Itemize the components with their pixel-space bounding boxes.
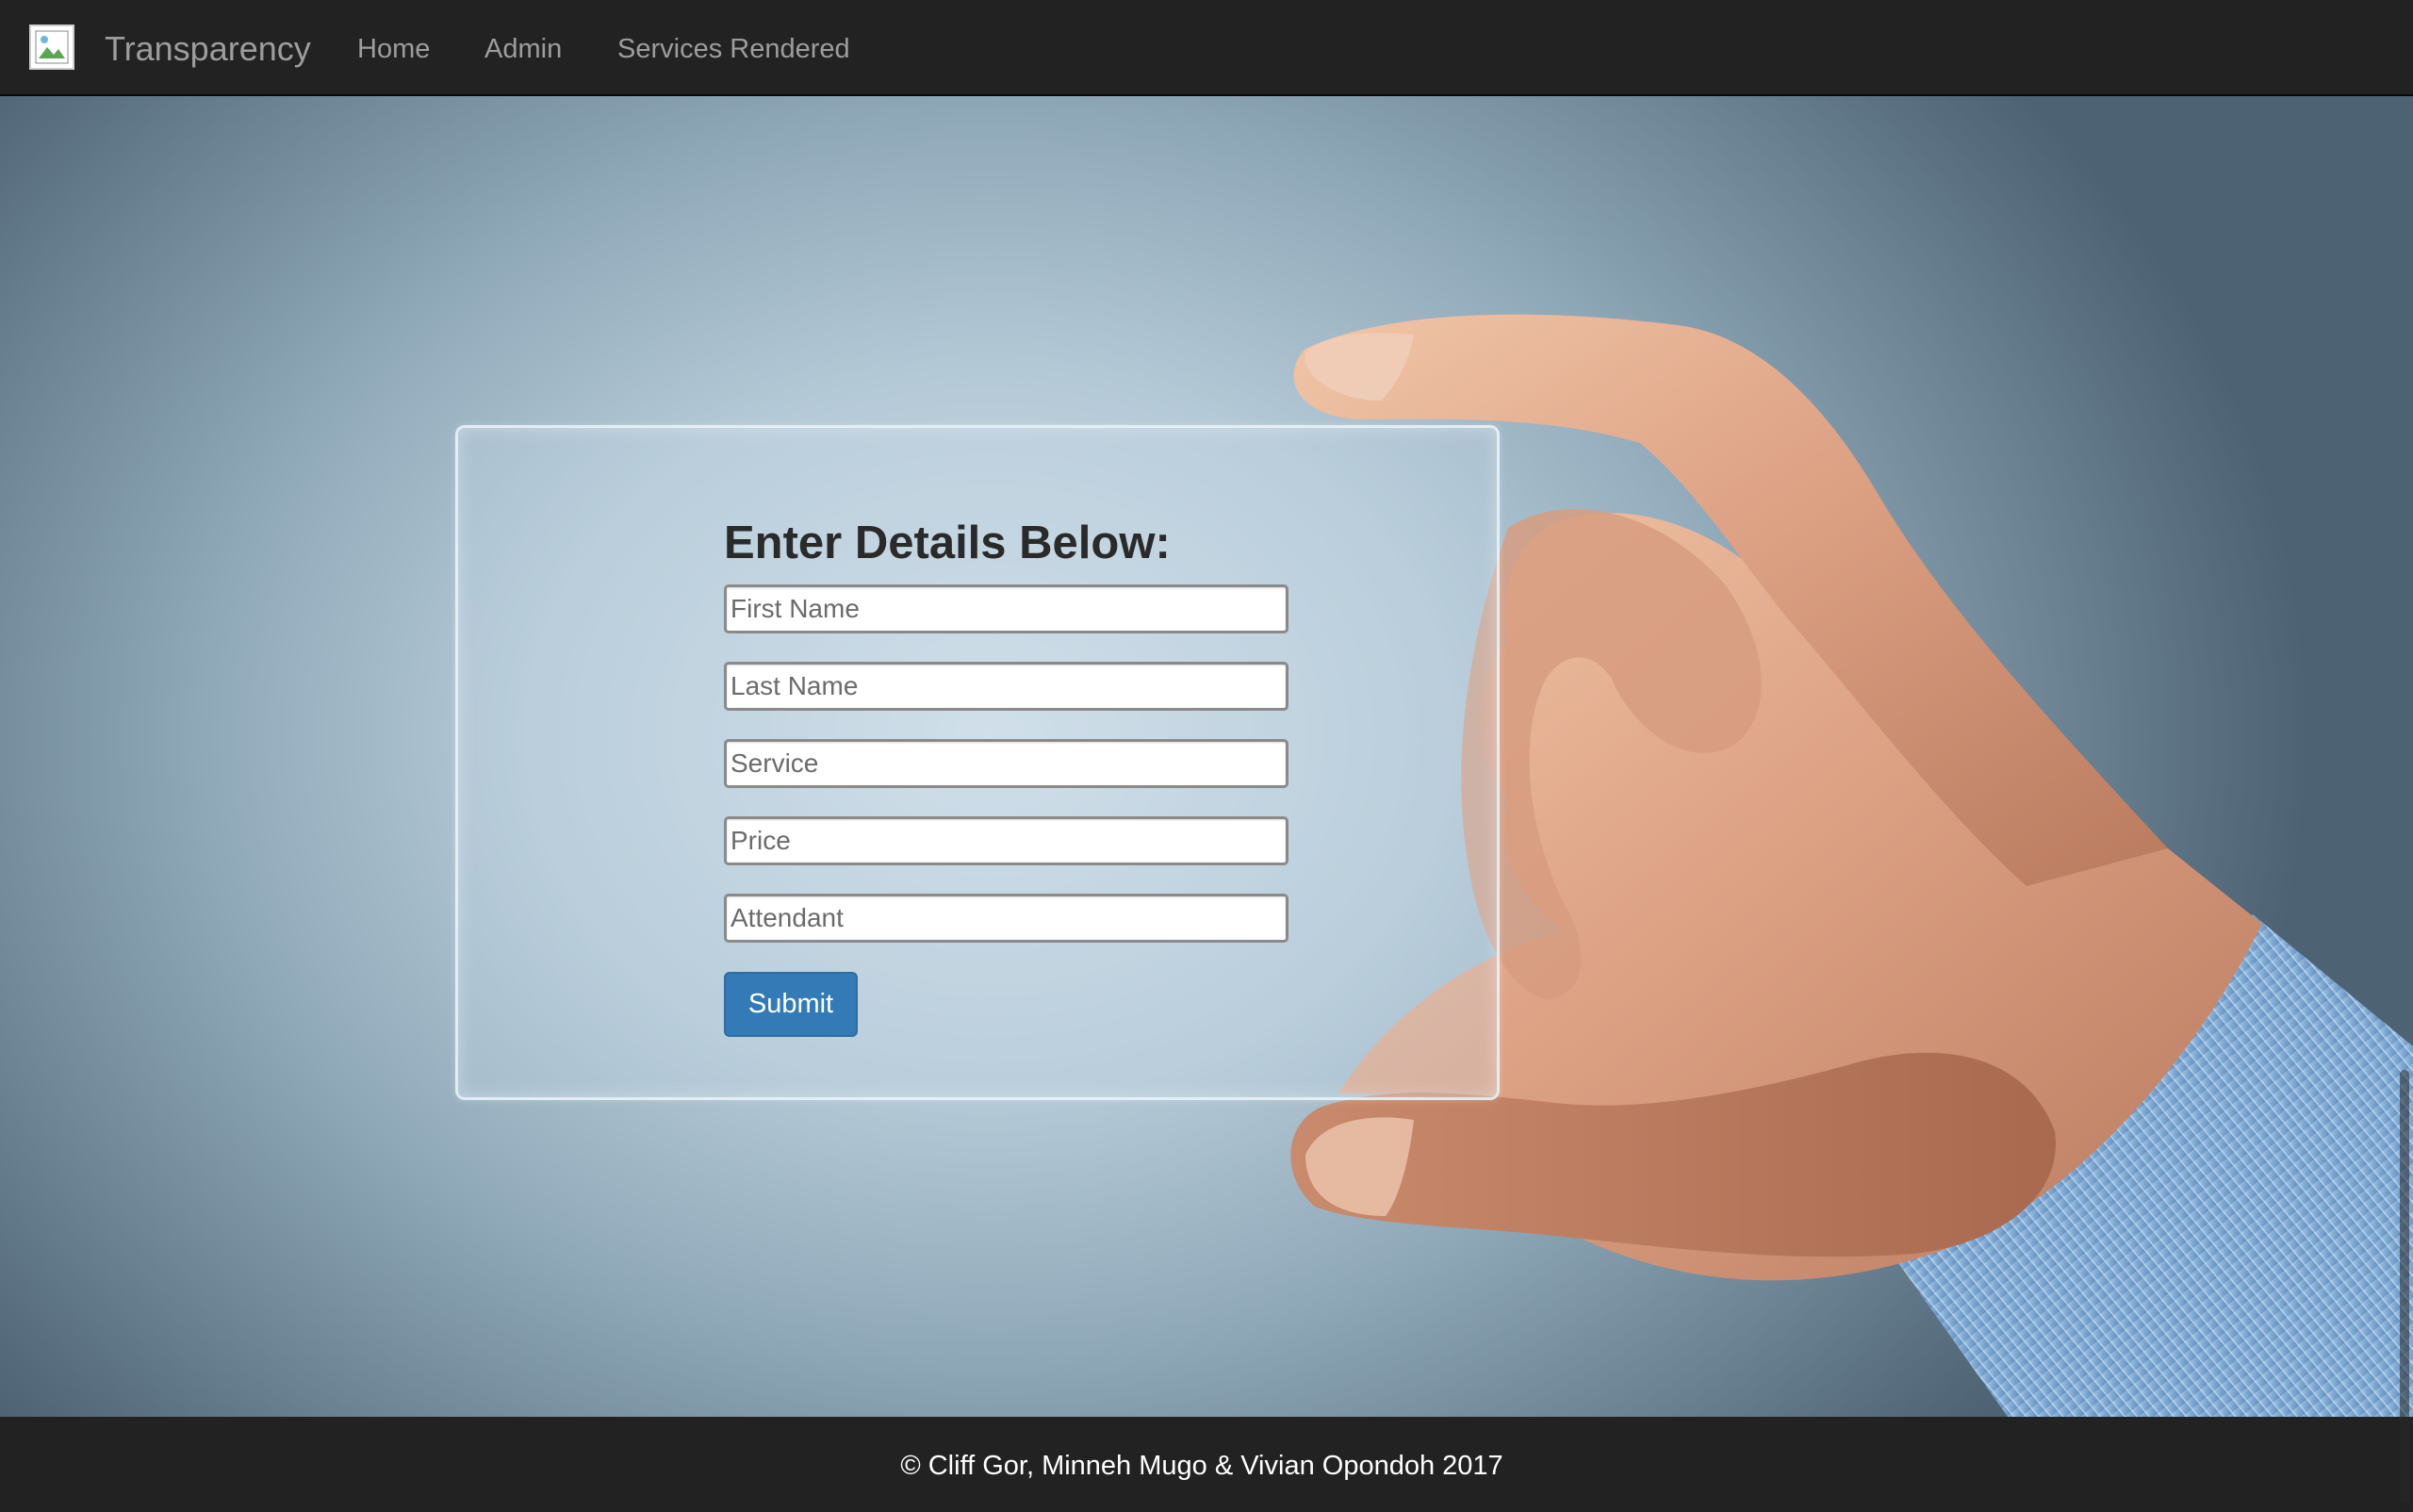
scrollbar-thumb[interactable] (2400, 1070, 2409, 1504)
submit-button[interactable]: Submit (724, 972, 858, 1037)
footer-copyright: © Cliff Gor, Minneh Mugo & Vivian Opondo… (900, 1451, 1503, 1481)
attendant-input[interactable] (724, 894, 1289, 943)
last-name-input[interactable] (724, 662, 1289, 711)
first-name-input[interactable] (724, 584, 1289, 633)
form-title: Enter Details Below: (724, 518, 1171, 568)
page: Transparency Home Admin Services Rendere… (0, 0, 2413, 1512)
broken-image-icon[interactable] (29, 25, 74, 70)
navbar: Transparency Home Admin Services Rendere… (0, 0, 2413, 96)
nav-link-home[interactable]: Home (357, 30, 430, 68)
nav-link-services-rendered[interactable]: Services Rendered (617, 30, 850, 68)
footer: © Cliff Gor, Minneh Mugo & Vivian Opondo… (0, 1417, 2413, 1512)
brand-name[interactable]: Transparency (105, 26, 311, 72)
nav-link-admin[interactable]: Admin (484, 30, 562, 68)
service-input[interactable] (724, 739, 1289, 788)
price-input[interactable] (724, 816, 1289, 865)
